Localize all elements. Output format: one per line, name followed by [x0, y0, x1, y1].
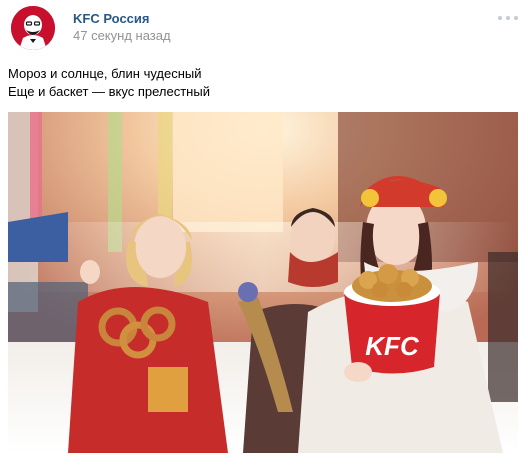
post-text-line: Мороз и солнце, блин чудесный: [8, 66, 202, 81]
colonel-sanders-logo: [11, 6, 55, 50]
wall-post: KFC Россия 47 секунд назад Мороз и солнц…: [0, 0, 528, 468]
dot: [498, 16, 502, 20]
post-timestamp[interactable]: 47 секунд назад: [73, 28, 171, 43]
post-text: Мороз и солнце, блин чудесный Еще и баск…: [8, 65, 210, 101]
more-dots-icon[interactable]: [498, 12, 518, 24]
bucket-logo-text: KFC: [365, 331, 420, 361]
avatar[interactable]: [11, 6, 55, 50]
post-photo[interactable]: KFC: [8, 112, 518, 453]
dot: [506, 16, 510, 20]
post-text-line: Еще и баскет — вкус прелестный: [8, 84, 210, 99]
author-name-link[interactable]: KFC Россия: [73, 11, 149, 26]
dot: [514, 16, 518, 20]
photo-illustration: KFC: [8, 112, 518, 453]
